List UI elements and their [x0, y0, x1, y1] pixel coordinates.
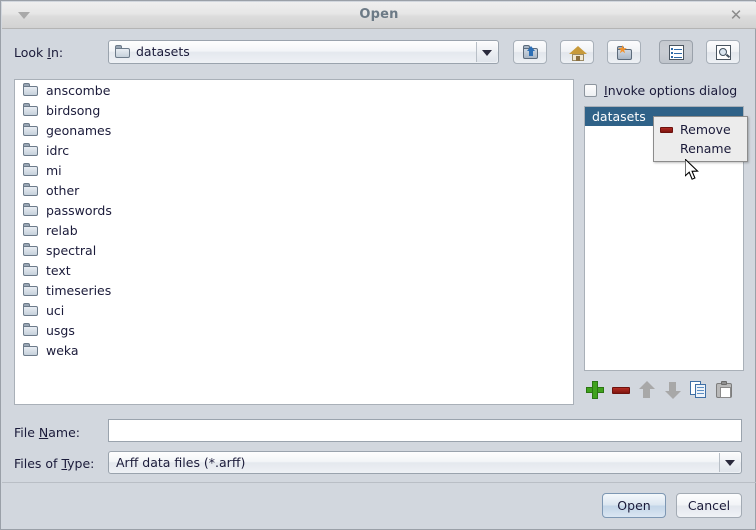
folder-icon — [23, 83, 39, 97]
file-list-item[interactable]: passwords — [15, 200, 573, 220]
directory-list-toolbar — [586, 381, 734, 399]
add-button[interactable] — [586, 381, 604, 399]
footer-divider — [2, 482, 756, 483]
context-menu: Remove Rename — [653, 116, 748, 162]
home-button[interactable] — [560, 40, 594, 64]
list-view-icon — [668, 45, 686, 61]
file-list-item-label: spectral — [46, 242, 97, 258]
context-menu-item-label: Remove — [680, 122, 731, 137]
file-list-item[interactable]: uci — [15, 300, 573, 320]
up-folder-icon — [522, 45, 540, 61]
new-folder-icon — [616, 45, 634, 61]
file-list[interactable]: anscombe birdsong geonames idrc mi other passw… — [14, 79, 574, 405]
invoke-options-dialog-label: Invoke options dialog — [604, 83, 737, 98]
cancel-button[interactable]: Cancel — [676, 493, 742, 518]
folder-icon — [23, 263, 39, 277]
invoke-label-post: nvoke options dialog — [607, 83, 738, 98]
home-icon — [569, 45, 587, 61]
list-view-button[interactable] — [659, 40, 693, 64]
file-name-label-post: ame: — [48, 425, 80, 440]
folder-icon — [23, 223, 39, 237]
file-list-item-label: text — [46, 262, 71, 278]
chevron-down-icon[interactable] — [719, 453, 740, 472]
file-list-item-label: usgs — [46, 322, 75, 338]
folder-icon — [23, 243, 39, 257]
folder-icon — [23, 303, 39, 317]
file-name-label-mnemonic: N — [38, 425, 49, 440]
folder-icon — [23, 103, 39, 117]
files-of-type-combobox[interactable]: Arff data files (*.arff) — [108, 451, 742, 474]
folder-icon — [23, 183, 39, 197]
file-list-item[interactable]: geonames — [15, 120, 573, 140]
file-list-item-label: passwords — [46, 202, 112, 218]
look-in-combobox[interactable]: datasets — [108, 40, 499, 64]
files-of-type-label: Files of Type: — [14, 456, 94, 471]
move-up-button[interactable] — [638, 381, 656, 399]
title-bar: Open ✕ — [2, 2, 756, 29]
look-in-label-pre: Look — [14, 45, 48, 60]
file-name-label: File Name: — [14, 425, 80, 440]
file-list-item-label: timeseries — [46, 282, 112, 298]
look-in-label-post: n: — [50, 45, 64, 60]
up-one-level-button[interactable] — [513, 40, 547, 64]
chevron-down-icon[interactable] — [476, 42, 497, 62]
folder-icon — [23, 163, 39, 177]
invoke-options-dialog-checkbox[interactable] — [584, 84, 597, 97]
file-list-item[interactable]: birdsong — [15, 100, 573, 120]
file-list-item-label: anscombe — [46, 82, 111, 98]
files-of-type-value: Arff data files (*.arff) — [116, 455, 246, 470]
file-list-item[interactable]: spectral — [15, 240, 573, 260]
close-icon[interactable]: ✕ — [726, 6, 746, 26]
invoke-options-dialog-checkbox-row[interactable]: Invoke options dialog — [584, 83, 737, 98]
file-list-item-label: weka — [46, 342, 79, 358]
file-list-item[interactable]: mi — [15, 160, 573, 180]
file-name-input[interactable] — [108, 419, 742, 442]
file-list-item-label: birdsong — [46, 102, 101, 118]
folder-icon — [115, 45, 131, 59]
context-menu-item-rename[interactable]: Rename — [654, 139, 747, 158]
files-of-type-label-post: ype: — [67, 456, 95, 471]
open-button[interactable]: Open — [602, 493, 666, 518]
copy-button[interactable] — [690, 381, 708, 399]
file-list-item[interactable]: text — [15, 260, 573, 280]
file-list-item[interactable]: anscombe — [15, 80, 573, 100]
create-new-folder-button[interactable] — [607, 40, 641, 64]
file-list-item[interactable]: relab — [15, 220, 573, 240]
move-down-button[interactable] — [664, 381, 682, 399]
details-view-icon — [715, 45, 733, 61]
look-in-value: datasets — [136, 44, 190, 59]
folder-icon — [23, 143, 39, 157]
file-list-item[interactable]: usgs — [15, 320, 573, 340]
remove-button[interactable] — [612, 381, 630, 399]
file-list-item[interactable]: timeseries — [15, 280, 573, 300]
folder-icon — [23, 283, 39, 297]
folder-icon — [23, 343, 39, 357]
file-list-item[interactable]: other — [15, 180, 573, 200]
files-of-type-label-pre: Files of — [14, 456, 62, 471]
file-list-item[interactable]: idrc — [15, 140, 573, 160]
paste-button[interactable] — [716, 381, 734, 399]
file-name-label-pre: File — [14, 425, 39, 440]
file-list-item-label: mi — [46, 162, 62, 178]
file-list-item-label: idrc — [46, 142, 70, 158]
look-in-label: Look In: — [14, 45, 63, 60]
window-title: Open — [359, 7, 399, 22]
folder-icon — [23, 203, 39, 217]
details-view-button[interactable] — [706, 40, 740, 64]
folder-icon — [23, 323, 39, 337]
file-list-item-label: uci — [46, 302, 65, 318]
minus-icon — [660, 126, 680, 133]
context-menu-item-remove[interactable]: Remove — [654, 120, 747, 139]
file-list-item-label: relab — [46, 222, 78, 238]
context-menu-item-label: Rename — [680, 141, 732, 156]
folder-icon — [23, 123, 39, 137]
file-list-item[interactable]: weka — [15, 340, 573, 360]
open-file-dialog: Open ✕ Look In: datasets anscombe birdso… — [0, 0, 756, 530]
file-list-item-label: geonames — [46, 122, 112, 138]
file-list-item-label: other — [46, 182, 80, 198]
